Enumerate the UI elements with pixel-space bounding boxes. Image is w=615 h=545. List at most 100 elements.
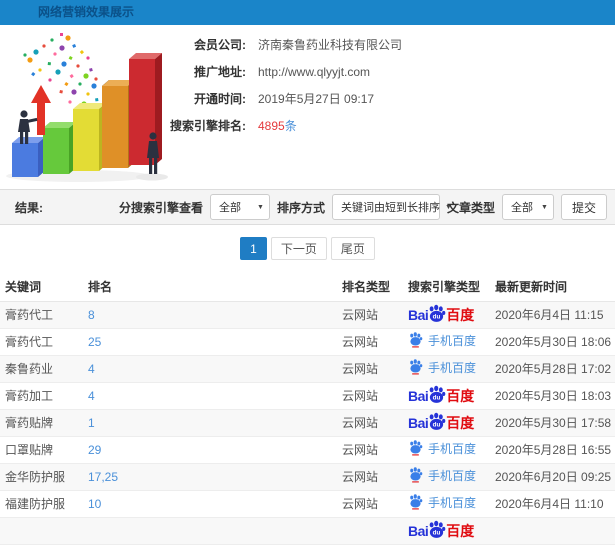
mobile-baidu-logo: 手机百度: [408, 494, 476, 511]
updated-cell: 2020年6月4日 11:10: [490, 490, 615, 518]
engine-cell: Bai du 百度: [403, 382, 490, 410]
rank-type-cell: 云网站: [337, 382, 403, 410]
mobile-baidu-logo: 手机百度: [408, 440, 476, 457]
engine-filter-select[interactable]: 全部 ▼: [209, 194, 270, 220]
engine-cell: 手机百度: [403, 490, 490, 518]
rank-type-cell: 云网站: [337, 328, 403, 356]
sort-filter-selected: 关键词由短到长排序: [340, 202, 440, 214]
chevron-down-icon: ▼: [541, 203, 548, 211]
baidu-paw-icon: du: [429, 520, 446, 538]
svg-text:du: du: [433, 313, 441, 320]
mobile-baidu-paw-icon: [410, 440, 423, 456]
rank-cell: 25: [83, 328, 337, 356]
updated-cell: 2020年5月30日 17:58: [490, 409, 615, 437]
engine-filter-label: 分搜索引擎查看: [118, 200, 203, 215]
table-body: 膏药代工 8 云网站 Bai du 百度 2020年6月4日 11:15 膏药代工 25 云网站手…: [0, 301, 615, 545]
svg-text:du: du: [433, 529, 441, 536]
rank-link[interactable]: 29: [88, 443, 101, 457]
keyword-cell: 膏药加工: [0, 382, 83, 410]
mobile-baidu-logo: 手机百度: [408, 359, 476, 376]
rank-link[interactable]: 10: [88, 497, 101, 511]
mobile-baidu-paw-icon: [410, 359, 423, 375]
table-row: 福建防护服 10 云网站 手机百度 2020年6月4日 11:10: [0, 490, 615, 518]
engine-cell: Bai du 百度: [403, 517, 490, 545]
rank-link[interactable]: 25: [88, 335, 101, 349]
col-rank: 排名: [83, 273, 337, 302]
table-row: 膏药代工 25 云网站 手机百度 2020年5月30日 18:06: [0, 328, 615, 356]
keyword-cell: 膏药贴牌: [0, 409, 83, 437]
results-bar: 结果: 分搜索引擎查看 全部 ▼ 排序方式 关键词由短到长排序 ▼ 文章类型 全…: [0, 189, 615, 225]
field-company: 会员公司: 济南秦鲁药业科技有限公司: [150, 31, 402, 58]
rank-link[interactable]: 8: [88, 308, 95, 322]
filter-group: 分搜索引擎查看 全部 ▼ 排序方式 关键词由短到长排序 ▼ 文章类型 全部 ▼ …: [119, 194, 607, 220]
page-1-button[interactable]: 1: [240, 237, 267, 260]
rank-count-label: 搜索引擎排名:: [170, 119, 246, 133]
updated-cell: 2020年5月30日 18:03: [490, 382, 615, 410]
baidu-logo: Bai du 百度: [408, 385, 474, 406]
rank-cell: 17,25: [83, 463, 337, 491]
rank-count-value[interactable]: 4895条: [258, 117, 297, 134]
submit-button[interactable]: 提交: [560, 194, 607, 220]
keyword-cell: 口罩贴牌: [0, 436, 83, 464]
updated-cell: [490, 517, 615, 545]
sort-filter-select[interactable]: 关键词由短到长排序 ▼: [331, 194, 452, 220]
rank-type-cell: 云网站: [337, 490, 403, 518]
field-open-time: 开通时间: 2019年5月27日 09:17: [150, 85, 402, 112]
rank-link[interactable]: 4: [88, 389, 95, 403]
keyword-cell: 金华防护服: [0, 463, 83, 491]
baidu-logo: Bai du 百度: [408, 412, 474, 433]
baidu-logo: Bai du 百度: [408, 520, 474, 541]
updated-cell: 2020年6月4日 11:15: [490, 301, 615, 329]
field-url: 推广地址: http://www.qlyyjt.com: [150, 58, 402, 85]
rank-type-cell: 云网站: [337, 463, 403, 491]
table-row: 膏药加工 4 云网站 Bai du 百度 2020年5月30日 18:03: [0, 382, 615, 410]
pagination: 1 下一页 尾页: [0, 237, 615, 260]
engine-cell: 手机百度: [403, 328, 490, 356]
field-rank-count: 搜索引擎排名: 4895条: [150, 112, 402, 139]
engine-filter-selected: 全部: [218, 202, 241, 214]
engine-cell: 手机百度: [403, 463, 490, 491]
engine-cell: Bai du 百度: [403, 409, 490, 437]
bar-blue: [12, 137, 45, 177]
col-engine-type: 搜索引擎类型: [403, 273, 490, 302]
keyword-cell: 膏药代工: [0, 328, 83, 356]
rank-link[interactable]: 1: [88, 416, 95, 430]
article-type-filter-label: 文章类型: [446, 200, 495, 215]
company-value-link[interactable]: 济南秦鲁药业科技有限公司: [258, 36, 402, 53]
table-row: 膏药代工 8 云网站 Bai du 百度 2020年6月4日 11:15: [0, 301, 615, 329]
updated-cell: 2020年6月20日 09:25: [490, 463, 615, 491]
rank-link[interactable]: 4: [88, 362, 95, 376]
updated-cell: 2020年5月28日 16:55: [490, 436, 615, 464]
chevron-down-icon: ▼: [257, 203, 264, 211]
keyword-cell: 福建防护服: [0, 490, 83, 518]
keyword-cell: 膏药代工: [0, 301, 83, 329]
rank-type-cell: 云网站: [337, 355, 403, 383]
company-label: 会员公司:: [194, 38, 246, 52]
next-page-button[interactable]: 下一页: [270, 237, 327, 260]
baidu-paw-icon: du: [429, 385, 446, 403]
baidu-logo: Bai du 百度: [408, 304, 474, 325]
mobile-baidu-paw-icon: [410, 467, 423, 483]
promotion-url-link[interactable]: http://www.qlyyjt.com: [258, 65, 370, 79]
rank-type-cell: 云网站: [337, 301, 403, 329]
last-page-button[interactable]: 尾页: [330, 237, 375, 260]
updated-cell: 2020年5月28日 17:02: [490, 355, 615, 383]
engine-cell: Bai du 百度: [403, 301, 490, 329]
article-type-filter-select[interactable]: 全部 ▼: [501, 194, 554, 220]
rank-cell: 8: [83, 301, 337, 329]
rank-cell: 29: [83, 436, 337, 464]
table-row: Bai du 百度: [0, 517, 615, 545]
baidu-paw-icon: du: [429, 412, 446, 430]
open-time-label: 开通时间:: [194, 92, 246, 106]
col-keyword: 关键词: [0, 273, 83, 302]
mobile-baidu-paw-icon: [410, 494, 423, 510]
article-type-filter-selected: 全部: [510, 202, 533, 214]
rank-cell: [83, 517, 337, 545]
rank-cell: 4: [83, 382, 337, 410]
mobile-baidu-logo: 手机百度: [408, 467, 476, 484]
baidu-paw-icon: du: [429, 304, 446, 322]
company-info: 会员公司: 济南秦鲁药业科技有限公司 推广地址: http://www.qlyy…: [150, 31, 402, 139]
rank-link[interactable]: 17,25: [88, 470, 118, 484]
keyword-table: 关键词 排名 排名类型 搜索引擎类型 最新更新时间 膏药代工 8 云网站 Bai du 百…: [0, 273, 615, 545]
table-row: 膏药贴牌 1 云网站 Bai du 百度 2020年5月30日 17:58: [0, 409, 615, 437]
